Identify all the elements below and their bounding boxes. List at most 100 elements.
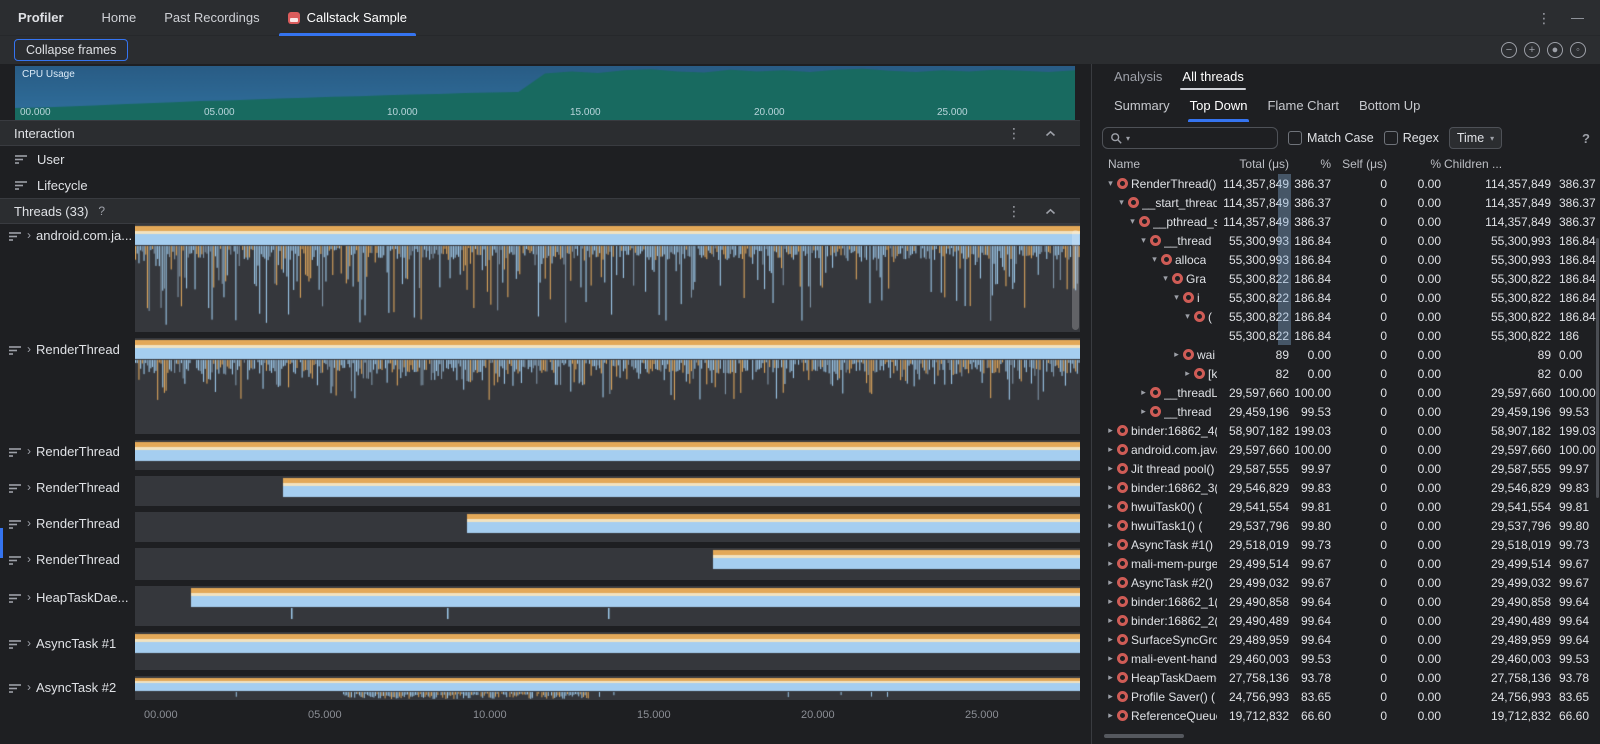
thread-activity-chart[interactable] xyxy=(135,586,1080,626)
thread-activity-chart[interactable] xyxy=(135,676,1080,700)
search-history-icon[interactable]: ▾ xyxy=(1126,134,1130,143)
chevron-right-icon[interactable]: › xyxy=(27,636,31,651)
interaction-row-user[interactable]: User xyxy=(0,146,1080,172)
thread-label[interactable]: ›RenderThread xyxy=(0,548,135,580)
chevron-right-icon[interactable]: › xyxy=(27,552,31,567)
help-icon[interactable]: ? xyxy=(98,204,105,218)
chevron-down-icon[interactable]: ▾ xyxy=(1181,311,1194,322)
tree-row[interactable]: ▸hwuiTask0() (29,541,55499.8100.0029,541… xyxy=(1102,497,1600,516)
thread-activity-chart[interactable] xyxy=(135,632,1080,670)
vertical-scrollbar[interactable] xyxy=(1072,230,1079,330)
time-dropdown[interactable]: Time ▾ xyxy=(1449,127,1502,149)
collapse-frames-button[interactable]: Collapse frames xyxy=(14,39,128,61)
search-input[interactable] xyxy=(1133,130,1270,146)
column-header-3[interactable]: % xyxy=(1292,157,1334,171)
chevron-right-icon[interactable]: › xyxy=(27,444,31,459)
table-header[interactable]: NameTotal (μs)%Self (μs)%Children ... xyxy=(1102,154,1600,174)
thread-activity-chart[interactable] xyxy=(135,476,1080,506)
kebab-menu-icon[interactable]: ⋮ xyxy=(1537,11,1551,25)
tree-row[interactable]: ▸mali-mem-purge29,499,51499.6700.0029,49… xyxy=(1102,554,1600,573)
top-tab-past-recordings[interactable]: Past Recordings xyxy=(150,0,273,36)
thread-activity-chart[interactable] xyxy=(135,338,1080,434)
chevron-down-icon[interactable]: ▾ xyxy=(1159,273,1172,284)
thread-activity-chart[interactable] xyxy=(135,440,1080,470)
chevron-right-icon[interactable]: ▸ xyxy=(1104,558,1117,569)
chevron-right-icon[interactable]: › xyxy=(27,680,31,695)
top-tab-home[interactable]: Home xyxy=(88,0,151,36)
chevron-right-icon[interactable]: ▸ xyxy=(1104,463,1117,474)
tab-flame-chart[interactable]: Flame Chart xyxy=(1257,92,1349,122)
chevron-right-icon[interactable]: ▸ xyxy=(1104,691,1117,702)
interaction-row-lifecycle[interactable]: Lifecycle xyxy=(0,172,1080,198)
chevron-down-icon[interactable]: ▾ xyxy=(1104,178,1117,189)
collapse-section-icon[interactable] xyxy=(1045,208,1056,215)
chevron-right-icon[interactable]: ▸ xyxy=(1104,615,1117,626)
threads-section-header[interactable]: Threads (33) ? ⋮ xyxy=(0,198,1080,224)
chevron-right-icon[interactable]: ▸ xyxy=(1104,539,1117,550)
tree-row[interactable]: ▸ReferenceQueue19,712,83266.6000.0019,71… xyxy=(1102,706,1600,725)
interaction-section-header[interactable]: Interaction ⋮ xyxy=(0,120,1080,146)
table-vertical-scrollbar[interactable] xyxy=(1596,238,1599,498)
tree-row[interactable]: ▸HeapTaskDaemon27,758,13693.7800.0027,75… xyxy=(1102,668,1600,687)
tree-row[interactable]: ▸android.com.java29,597,660100.0000.0029… xyxy=(1102,440,1600,459)
chevron-down-icon[interactable]: ▾ xyxy=(1148,254,1161,265)
tree-row[interactable]: ▾Gra55,300,822186.8400.0055,300,822186.8… xyxy=(1102,269,1600,288)
chevron-right-icon[interactable]: ▸ xyxy=(1104,444,1117,455)
column-header-2[interactable]: Total (μs) xyxy=(1217,157,1292,171)
tree-row[interactable]: ▸[ke820.0000.00820.00 xyxy=(1102,364,1600,383)
tree-row[interactable]: ▾alloca55,300,993186.8400.0055,300,99318… xyxy=(1102,250,1600,269)
tree-row[interactable]: ▾__pthread_star114,357,849386.3700.00114… xyxy=(1102,212,1600,231)
chevron-right-icon[interactable]: ▸ xyxy=(1104,425,1117,436)
thread-label[interactable]: ›android.com.ja... xyxy=(0,224,135,332)
zoom-in-icon[interactable]: + xyxy=(1524,42,1540,58)
chevron-down-icon[interactable]: ▾ xyxy=(1137,235,1150,246)
tree-row[interactable]: ▾RenderThread()114,357,849386.3700.00114… xyxy=(1102,174,1600,193)
chevron-right-icon[interactable]: ▸ xyxy=(1104,653,1117,664)
kebab-menu-icon[interactable]: ⋮ xyxy=(1007,204,1021,218)
tree-row[interactable]: ▸binder:16862_1()29,490,85899.6400.0029,… xyxy=(1102,592,1600,611)
chevron-right-icon[interactable]: ▸ xyxy=(1104,596,1117,607)
zoom-to-selection-icon[interactable]: ◦ xyxy=(1570,42,1586,58)
tree-row[interactable]: ▾i55,300,822186.8400.0055,300,822186.84 xyxy=(1102,288,1600,307)
column-header-6[interactable]: Children ... xyxy=(1444,157,1554,171)
chevron-right-icon[interactable]: ▸ xyxy=(1104,672,1117,683)
thread-label[interactable]: ›RenderThread xyxy=(0,338,135,434)
tree-row[interactable]: ▾__thread55,300,993186.8400.0055,300,993… xyxy=(1102,231,1600,250)
chevron-right-icon[interactable]: ▸ xyxy=(1137,387,1150,398)
tree-row[interactable]: ▸__threadL29,597,660100.0000.0029,597,66… xyxy=(1102,383,1600,402)
match-case-checkbox[interactable]: Match Case xyxy=(1288,131,1374,145)
tab-analysis[interactable]: Analysis xyxy=(1104,65,1172,92)
tree-row[interactable]: ▸AsyncTask #2() (29,499,03299.6700.0029,… xyxy=(1102,573,1600,592)
tree-row[interactable]: ▸__thread29,459,19699.5300.0029,459,1969… xyxy=(1102,402,1600,421)
tree-row[interactable]: ▸AsyncTask #1() (29,518,01999.7300.0029,… xyxy=(1102,535,1600,554)
column-header-5[interactable]: % xyxy=(1390,157,1444,171)
chevron-right-icon[interactable]: › xyxy=(27,516,31,531)
thread-activity-chart[interactable] xyxy=(135,512,1080,542)
chevron-right-icon[interactable]: ▸ xyxy=(1104,634,1117,645)
cpu-usage-chart[interactable]: CPU Usage 00.00005.00010.00015.00020.000… xyxy=(15,66,1075,120)
checkbox-box[interactable] xyxy=(1288,131,1302,145)
tree-row[interactable]: ▸binder:16862_4()58,907,182199.0300.0058… xyxy=(1102,421,1600,440)
tab-bottom-up[interactable]: Bottom Up xyxy=(1349,92,1430,122)
minimize-icon[interactable]: — xyxy=(1571,11,1584,24)
tree-row[interactable]: ▸SurfaceSyncGro29,489,95999.6400.0029,48… xyxy=(1102,630,1600,649)
collapse-section-icon[interactable] xyxy=(1045,130,1056,137)
tree-row[interactable]: ▸Profile Saver() (24,756,99383.6500.0024… xyxy=(1102,687,1600,706)
top-tab-callstack-sample[interactable]: Callstack Sample xyxy=(274,0,421,36)
tree-row[interactable]: ▸wai890.0000.00890.00 xyxy=(1102,345,1600,364)
chevron-right-icon[interactable]: › xyxy=(27,342,31,357)
chevron-right-icon[interactable]: ▸ xyxy=(1104,710,1117,721)
tab-all-threads[interactable]: All threads xyxy=(1172,65,1253,92)
thread-label[interactable]: ›AsyncTask #2 xyxy=(0,676,135,700)
thread-activity-chart[interactable] xyxy=(135,548,1080,580)
panel-splitter[interactable] xyxy=(1080,64,1092,744)
tree-row[interactable]: ▾(55,300,822186.8400.0055,300,822186.84 xyxy=(1102,307,1600,326)
zoom-out-icon[interactable]: − xyxy=(1501,42,1517,58)
thread-label[interactable]: ›RenderThread xyxy=(0,512,135,542)
chevron-right-icon[interactable]: ▸ xyxy=(1104,482,1117,493)
chevron-right-icon[interactable]: ▸ xyxy=(1170,349,1183,360)
help-icon[interactable]: ? xyxy=(1582,131,1590,146)
thread-label[interactable]: ›AsyncTask #1 xyxy=(0,632,135,670)
chevron-down-icon[interactable]: ▾ xyxy=(1115,197,1128,208)
reset-zoom-icon[interactable]: ● xyxy=(1547,42,1563,58)
